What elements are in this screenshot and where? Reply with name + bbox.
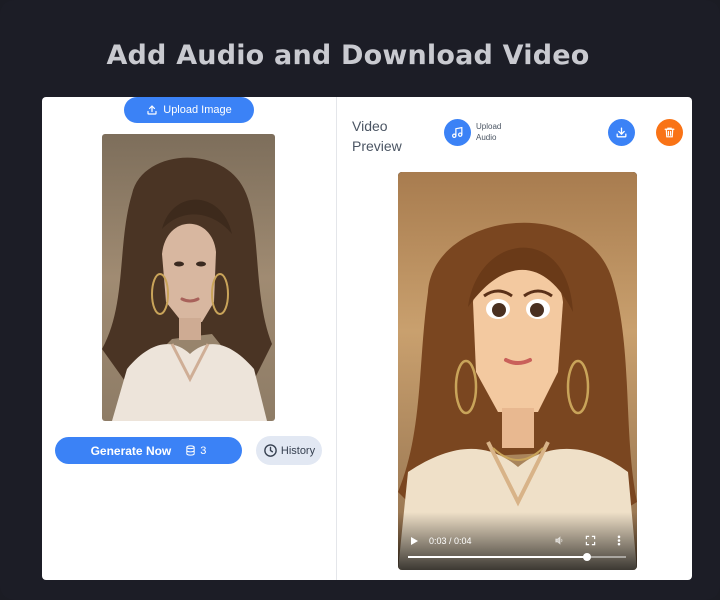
play-icon[interactable] xyxy=(409,536,419,546)
video-time-display: 0:03 / 0:04 xyxy=(429,536,472,546)
upload-audio-label: Upload Audio xyxy=(476,121,526,143)
trash-icon xyxy=(664,127,675,138)
clock-icon xyxy=(264,444,277,457)
upload-image-button[interactable]: Upload Image xyxy=(124,97,254,123)
generate-now-button[interactable]: Generate Now 3 xyxy=(55,437,242,464)
history-label: History xyxy=(280,444,316,457)
video-preview-title-line2: Preview xyxy=(352,138,402,154)
credits-count: 3 xyxy=(200,444,207,457)
video-progress-thumb[interactable] xyxy=(582,553,591,561)
download-button[interactable] xyxy=(608,119,635,146)
upload-audio-label-line2: Audio xyxy=(476,133,497,142)
panel-divider xyxy=(336,97,337,580)
generate-now-label: Generate Now xyxy=(90,443,172,458)
video-preview-title-line1: Video xyxy=(352,118,388,134)
video-progress-fill xyxy=(408,556,587,558)
upload-audio-button[interactable] xyxy=(444,119,471,146)
delete-button[interactable] xyxy=(656,119,683,146)
volume-icon[interactable] xyxy=(554,535,565,546)
editor-card: Upload Image Generate Now 3 History Vide… xyxy=(42,97,692,580)
video-progress-track[interactable] xyxy=(408,553,626,561)
video-player[interactable]: 0:03 / 0:04 xyxy=(398,172,637,570)
video-controls: 0:03 / 0:04 xyxy=(398,512,637,570)
source-portrait-image xyxy=(102,134,275,421)
fullscreen-icon[interactable] xyxy=(585,535,596,546)
app-frame: Add Audio and Download Video Upload Imag… xyxy=(0,0,720,600)
download-icon xyxy=(616,127,627,138)
music-note-icon xyxy=(452,126,463,138)
upload-icon xyxy=(147,105,157,115)
upload-image-label: Upload Image xyxy=(163,104,232,116)
database-icon xyxy=(186,445,195,456)
upload-audio-label-line1: Upload xyxy=(476,122,502,131)
video-frame-anime-portrait xyxy=(398,172,637,570)
video-preview-title: Video Preview xyxy=(352,116,422,156)
history-button[interactable]: History xyxy=(256,436,322,465)
credits-indicator: 3 xyxy=(185,445,206,457)
page-headline: Add Audio and Download Video xyxy=(106,40,590,71)
more-vertical-icon[interactable] xyxy=(617,535,621,546)
